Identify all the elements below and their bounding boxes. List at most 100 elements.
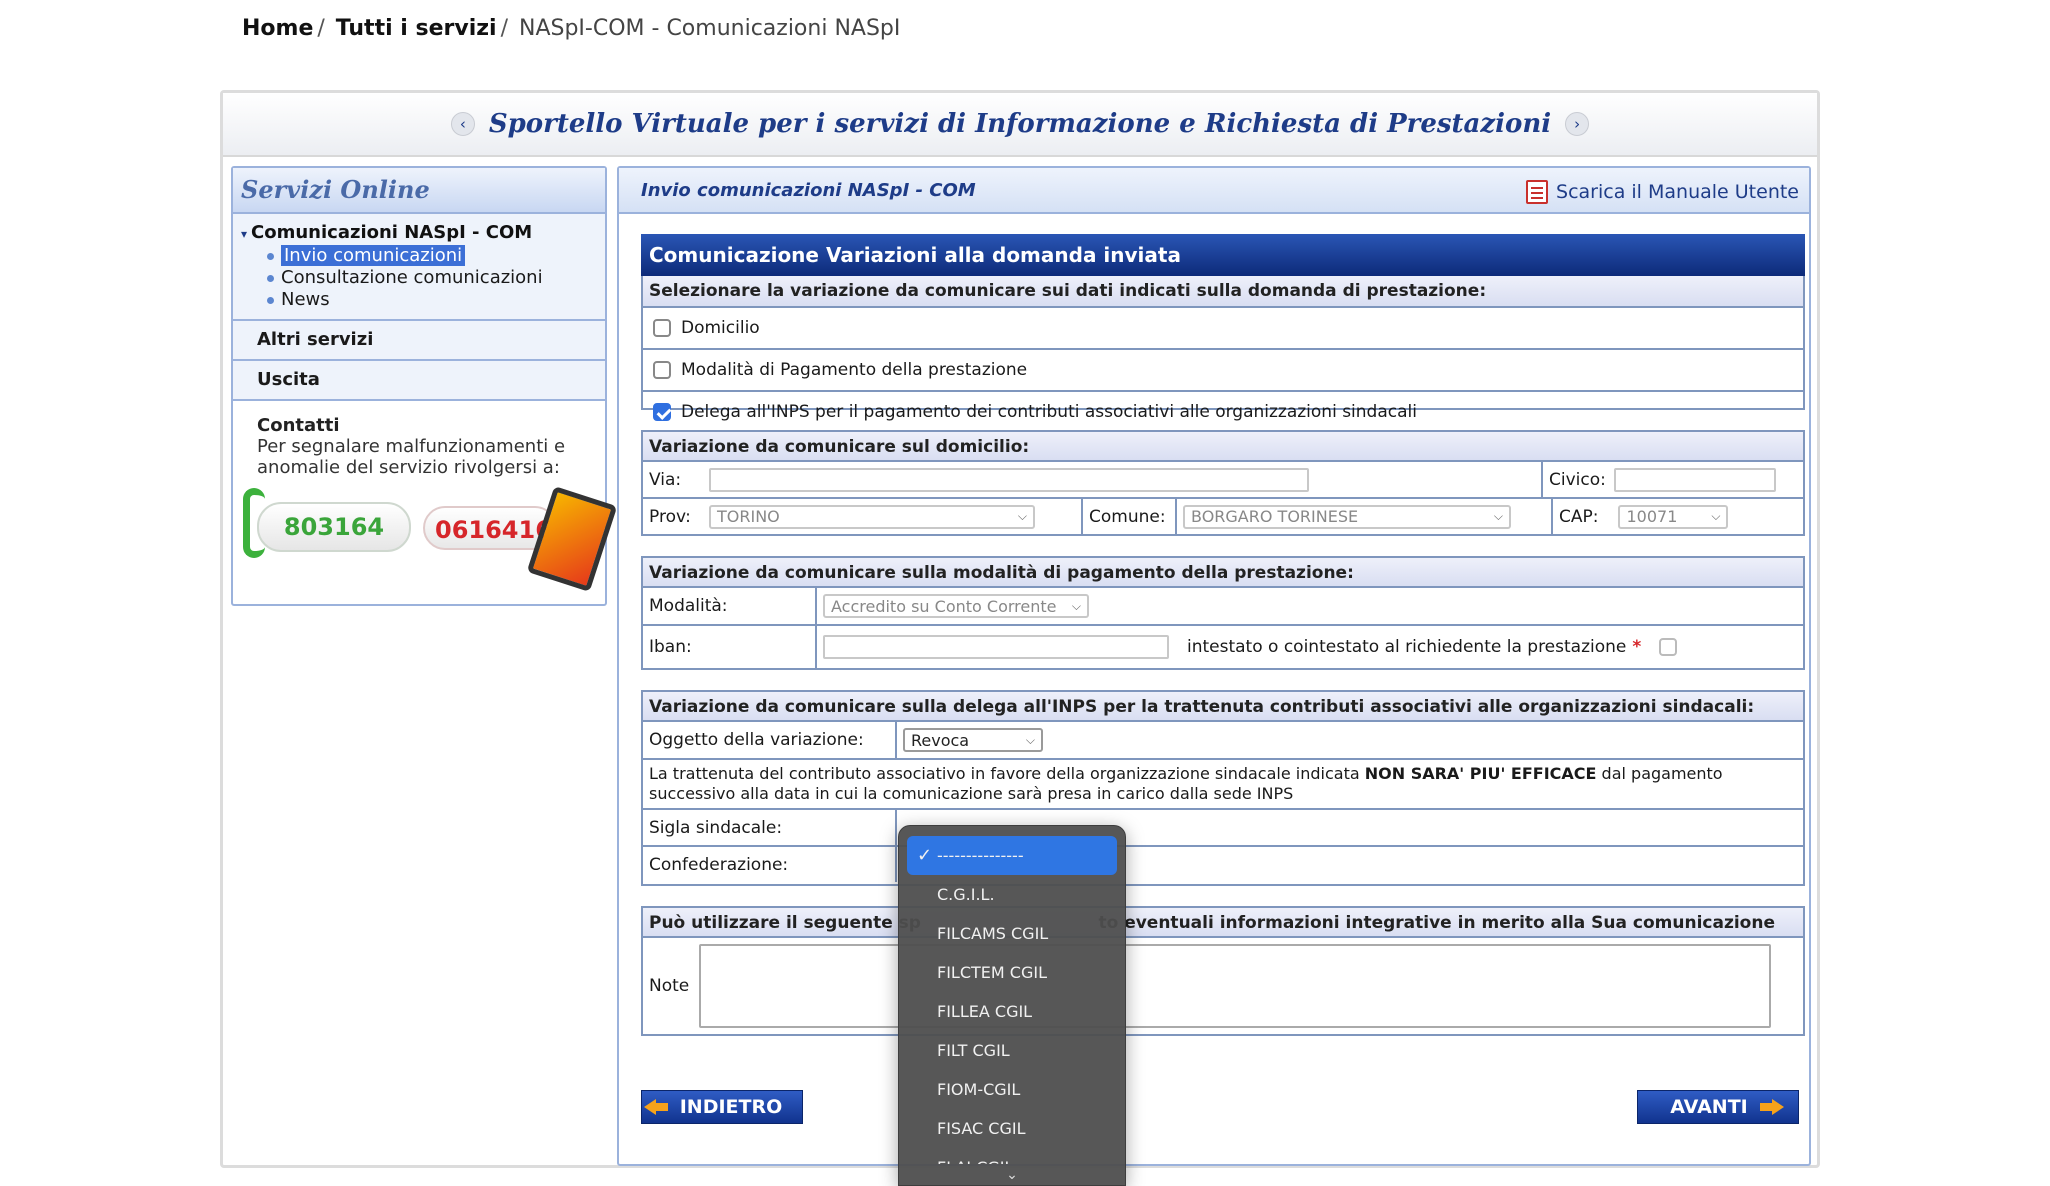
back-label: INDIETRO (679, 1096, 783, 1118)
sidebar-group-title[interactable]: ▾ Comunicazioni NASpI - COM (241, 222, 605, 243)
cap-value: 10071 (1626, 507, 1678, 526)
sidebar-item-label: News (281, 289, 330, 310)
variation-options: Selezionare la variazione da comunicare … (641, 276, 1805, 422)
chevron-down-icon: ▾ (241, 227, 248, 241)
option-pagamento[interactable]: Modalità di Pagamento della prestazione (643, 350, 1803, 392)
arrow-right-icon (1758, 1099, 1784, 1115)
prov-value: TORINO (717, 507, 780, 526)
notes-head-right: to eventuali informazioni integrative in… (1098, 913, 1775, 933)
dropdown-option[interactable]: FISAC CGIL (907, 1109, 1117, 1148)
notes-head: Può utilizzare il seguente sp to eventua… (643, 908, 1803, 938)
delega-info: La trattenuta del contributo associativo… (643, 760, 1803, 810)
civico-input[interactable] (1613, 467, 1776, 492)
sigla-dropdown[interactable]: --------------- C.G.I.L. FILCAMS CGIL FI… (898, 825, 1126, 1186)
prov-label: Prov: (649, 506, 691, 527)
dropdown-option[interactable]: C.G.I.L. (907, 875, 1117, 914)
via-input[interactable] (709, 467, 1309, 492)
info-pre: La trattenuta del contributo associativo… (649, 764, 1365, 783)
chevron-down-icon: ⌵ (1493, 509, 1503, 523)
form-banner: Comunicazione Variazioni alla domanda in… (641, 234, 1805, 276)
prov-select[interactable]: TORINO ⌵ (709, 504, 1035, 529)
sigla-label: Sigla sindacale: (643, 810, 897, 845)
variation-options-head: Selezionare la variazione da comunicare … (643, 276, 1803, 308)
comune-select[interactable]: BORGARO TORINESE ⌵ (1183, 504, 1511, 529)
sidebar-item-label: Invio comunicazioni (281, 245, 466, 266)
breadcrumb-all-services[interactable]: Tutti i servizi (336, 16, 497, 41)
dropdown-option[interactable]: FILCAMS CGIL (907, 914, 1117, 953)
delega-info-text: La trattenuta del contributo associativo… (649, 764, 1797, 804)
sidebar: Servizi Online ▾ Comunicazioni NASpI - CO… (231, 166, 618, 606)
phone-numbers: 803164 06164164 (243, 484, 618, 592)
next-button[interactable]: AVANTI (1637, 1090, 1799, 1124)
oggetto-value: Revoca (911, 730, 970, 750)
iban-input[interactable] (823, 635, 1169, 659)
modalita-label: Modalità: (643, 588, 817, 624)
via-cell (703, 462, 1543, 497)
delega-checkbox[interactable] (653, 403, 671, 421)
breadcrumb-current: NASpI-COM - Comunicazioni NASpI (519, 16, 901, 41)
delega-section: Variazione da comunicare sulla delega al… (641, 690, 1805, 886)
dropdown-option[interactable]: FIOM-CGIL (907, 1070, 1117, 1109)
chevron-down-icon: ⌵ (1071, 598, 1081, 613)
contacts-text: Per segnalare malfunzionamenti e anomali… (257, 436, 566, 478)
intestato-checkbox[interactable] (1659, 638, 1678, 656)
oggetto-cell: Revoca ⌵ (897, 722, 1803, 758)
dropdown-option[interactable]: --------------- (907, 836, 1117, 875)
sidebar-group-label: Comunicazioni NASpI - COM (251, 222, 533, 243)
cap-cell: CAP: 10071 ⌵ (1553, 499, 1803, 534)
delega-head: Variazione da comunicare sulla delega al… (643, 692, 1803, 722)
intestato-label: intestato o cointestato al richiedente l… (1187, 637, 1627, 657)
domicile-head: Variazione da comunicare sul domicilio: (643, 432, 1803, 462)
civico-label: Civico: (1549, 469, 1606, 490)
pagamento-checkbox[interactable] (653, 361, 671, 379)
comune-label: Comune: (1083, 499, 1177, 534)
option-domicilio[interactable]: Domicilio (643, 308, 1803, 350)
modalita-select[interactable]: Accredito su Conto Corrente ⌵ (823, 594, 1089, 618)
next-arrow-icon[interactable]: › (1565, 112, 1590, 136)
sidebar-item-news[interactable]: News (267, 289, 605, 311)
payment-section: Variazione da comunicare sulla modalità … (641, 556, 1805, 670)
arrow-left-icon (643, 1099, 670, 1115)
breadcrumb-home[interactable]: Home (242, 16, 313, 41)
dropdown-option[interactable]: FILLEA CGIL (907, 992, 1117, 1031)
modalita-cell: Accredito su Conto Corrente ⌵ (817, 588, 1803, 624)
notes-textarea[interactable] (699, 944, 1771, 1028)
portal-title: Sportello Virtuale per i servizi di Info… (488, 109, 1552, 139)
scroll-down-icon[interactable]: ⌄ (899, 1167, 1125, 1183)
payment-head: Variazione da comunicare sulla modalità … (643, 558, 1803, 588)
dropdown-option[interactable]: FLAI CGIL (907, 1148, 1117, 1164)
cap-select[interactable]: 10071 ⌵ (1618, 504, 1729, 529)
breadcrumb: Home / Tutti i servizi / NASpI-COM - Comun… (242, 16, 900, 41)
iban-label: Iban: (643, 626, 817, 668)
manual-link[interactable]: Scarica il Manuale Utente (1526, 180, 1799, 204)
iban-cell: intestato o cointestato al richiedente l… (817, 626, 1803, 668)
portal-header: ‹ Sportello Virtuale per i servizi di In… (223, 93, 1817, 157)
next-label: AVANTI (1670, 1096, 1748, 1118)
prev-arrow-icon[interactable]: ‹ (450, 112, 475, 136)
notes-row: Note (643, 938, 1803, 1034)
delega-row-oggetto: Oggetto della variazione: Revoca ⌵ (643, 722, 1803, 760)
phone-handset-icon (243, 488, 265, 558)
oggetto-select[interactable]: Revoca ⌵ (903, 728, 1043, 752)
option-label: Delega all'INPS per il pagamento dei con… (681, 402, 1417, 422)
chevron-down-icon: ⌵ (1711, 509, 1721, 523)
sidebar-item-uscita[interactable]: Uscita (233, 361, 605, 401)
cap-label: CAP: (1559, 506, 1599, 527)
content-title: Invio comunicazioni NASpI - COM (641, 180, 976, 201)
breadcrumb-separator: / (500, 16, 508, 41)
back-button[interactable]: INDIETRO (641, 1090, 803, 1124)
mobile-phone-icon (526, 486, 618, 592)
comune-value: BORGARO TORINESE (1191, 507, 1359, 526)
sidebar-item-consultazione[interactable]: Consultazione comunicazioni (267, 267, 605, 289)
dropdown-option[interactable]: FILT CGIL (907, 1031, 1117, 1070)
domicilio-checkbox[interactable] (653, 319, 671, 337)
delega-row-sigla: Sigla sindacale: (643, 810, 1803, 847)
sidebar-item-invio[interactable]: Invio comunicazioni (267, 245, 605, 267)
option-delega[interactable]: Delega all'INPS per il pagamento dei con… (643, 392, 1803, 432)
sidebar-item-label: Consultazione comunicazioni (281, 267, 543, 288)
required-marker: * (1632, 637, 1642, 657)
dropdown-option[interactable]: FILCTEM CGIL (907, 953, 1117, 992)
content-panel: Invio comunicazioni NASpI - COM Scarica … (617, 166, 1811, 1166)
sidebar-item-altri-servizi[interactable]: Altri servizi (233, 321, 605, 361)
modalita-value: Accredito su Conto Corrente (831, 596, 1057, 616)
